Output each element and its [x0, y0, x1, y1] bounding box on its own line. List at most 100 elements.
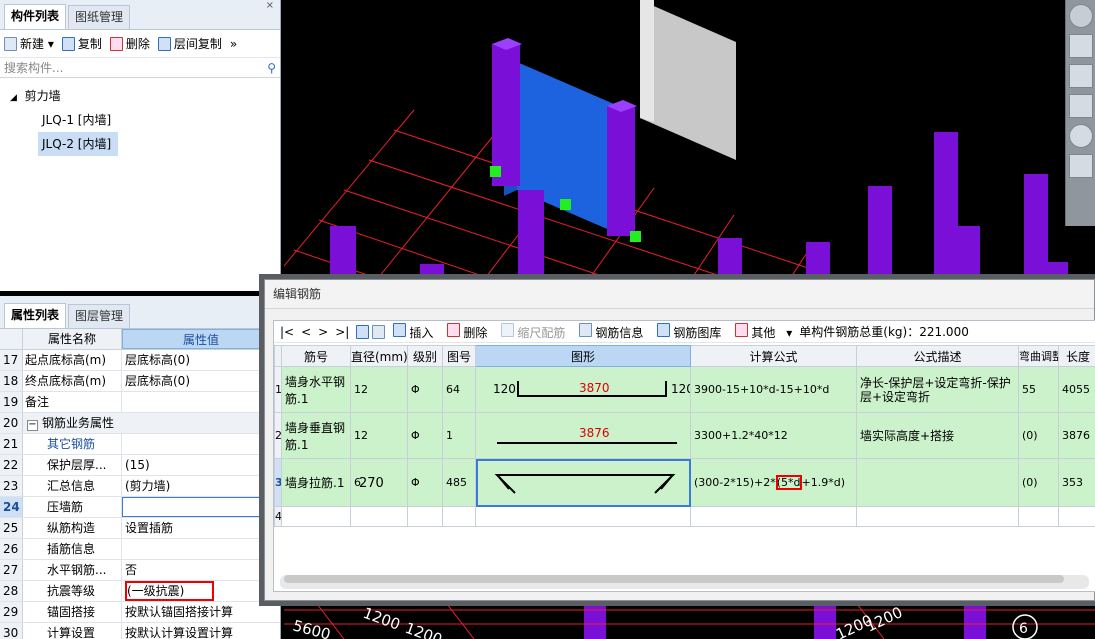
column-formula-desc: 公式描述 — [856, 345, 1019, 367]
property-row[interactable]: 30 计算设置 按默认计算设置计算 — [0, 623, 280, 639]
component-tree: ◢ 剪力墙 JLQ-1 [内墙] JLQ-2 [内墙] — [0, 78, 280, 156]
total-weight-label: 单构件钢筋总重(kg)：221.000 — [799, 325, 969, 339]
grid-settings-icon[interactable] — [1069, 154, 1093, 178]
rebar-table-header: 筋号 直径(mm) 级别 图号 图形 计算公式 公式描述 弯曲调整 长度 — [274, 345, 1095, 367]
view-toolbar — [1065, 0, 1095, 226]
property-panel: 属性列表 图层管理 属性名称 属性值 17 起点底标高(m) 层底标高(0) 18 终… — [0, 296, 281, 639]
search-input[interactable]: 搜索构件... — [4, 59, 63, 76]
library-icon — [657, 322, 671, 337]
delete-icon — [109, 36, 123, 51]
property-row[interactable]: 27 水平钢筋... 否 — [0, 560, 280, 581]
column-property-name: 属性名称 — [23, 329, 122, 349]
tab-layer-management[interactable]: 图层管理 — [68, 304, 131, 328]
hook-shape — [494, 474, 676, 494]
property-row[interactable]: 19 备注 — [0, 392, 280, 413]
tab-component-list[interactable]: 构件列表 — [4, 4, 67, 29]
other-icon — [735, 322, 749, 337]
property-rows: 17 起点底标高(m) 层底标高(0) 18 终点底标高(m) 层底标高(0) 19 备注… — [0, 350, 280, 639]
property-row[interactable]: 23 汇总信息 (剪力墙) — [0, 476, 280, 497]
property-group-row[interactable]: 20− 钢筋业务属性 — [0, 413, 280, 434]
copy-button[interactable]: 复制 — [61, 35, 102, 52]
info-icon — [579, 322, 593, 337]
close-icon[interactable]: × — [266, 0, 274, 11]
horizontal-scrollbar[interactable] — [280, 575, 1089, 589]
copy-icon — [61, 36, 75, 51]
property-row[interactable]: 29 锚固搭接 按默认锚固搭接计算 — [0, 602, 280, 623]
insert-button[interactable]: 插入 — [393, 322, 440, 341]
prev-record-button[interactable]: < — [301, 325, 311, 339]
wall-pressure-bar-input[interactable] — [122, 497, 280, 517]
column-shape: 图形 — [475, 345, 691, 367]
scale-rebar-button[interactable]: 缩尺配筋 — [501, 322, 572, 341]
new-button[interactable]: 新建 ▾ — [4, 35, 54, 52]
tree-item-selected[interactable]: JLQ-2 [内墙] — [38, 132, 118, 156]
column-diameter: 直径(mm) — [350, 345, 408, 367]
rebar-table: 筋号 直径(mm) 级别 图号 图形 计算公式 公式描述 弯曲调整 长度 1 墙… — [274, 345, 1095, 527]
edit-rebar-dialog: 编辑钢筋 |< < > >| 插入 删除 缩尺配筋 钢筋信息 钢筋图库 其他 ▾… — [259, 274, 1095, 606]
component-panel-tabs: 构件列表 图纸管理 × — [0, 0, 280, 30]
delete-rebar-button[interactable]: 删除 — [447, 322, 494, 341]
first-record-button[interactable]: |< — [280, 325, 294, 339]
table-row[interactable]: 1 墙身水平钢筋.1 12 Φ 64 120 3870 120 3900-15+… — [274, 366, 1095, 413]
tree-node-shear-wall[interactable]: ◢ 剪力墙 — [0, 84, 280, 108]
property-row-active[interactable]: 24 压墙筋 — [0, 497, 280, 518]
new-icon — [4, 36, 17, 51]
column-bar-no: 筋号 — [281, 345, 351, 367]
property-row[interactable]: 28 抗震等级 (一级抗震) — [0, 581, 280, 602]
scale-icon — [501, 322, 515, 337]
move-up-icon[interactable] — [356, 324, 370, 339]
property-row[interactable]: 17 起点底标高(m) 层底标高(0) — [0, 350, 280, 371]
cube-solid-icon[interactable] — [1069, 94, 1093, 118]
property-row[interactable]: 25 纵筋构造 设置插筋 — [0, 518, 280, 539]
dialog-title: 编辑钢筋 — [265, 280, 1094, 309]
move-down-icon[interactable] — [372, 324, 386, 339]
seismic-grade-value[interactable]: (一级抗震) — [125, 581, 215, 601]
column-bend-adjust: 弯曲调整 — [1018, 345, 1059, 367]
property-panel-tabs: 属性列表 图层管理 — [0, 296, 280, 329]
axis-number: 6 — [1019, 621, 1028, 637]
rotate-icon[interactable] — [1069, 124, 1093, 148]
property-table-header: 属性名称 属性值 — [0, 329, 280, 350]
shape-cell[interactable]: 120 3870 120 — [475, 366, 691, 413]
floor-copy-button[interactable]: 层间复制 — [157, 35, 222, 52]
property-row[interactable]: 18 终点底标高(m) 层底标高(0) — [0, 371, 280, 392]
table-row[interactable]: 2 墙身垂直钢筋.1 12 Φ 1 3876 3300+1.2*40*12 墙实… — [274, 412, 1095, 459]
search-icon[interactable]: ⚲ — [267, 61, 276, 75]
shape-cell[interactable]: 3876 — [475, 412, 691, 459]
insert-icon — [393, 322, 407, 337]
rebar-library-button[interactable]: 钢筋图库 — [657, 322, 728, 341]
property-row[interactable]: 26 插筋信息 — [0, 539, 280, 560]
next-record-button[interactable]: > — [318, 325, 328, 339]
table-row-selected[interactable]: 3 墙身拉筋.1 6 Φ 485 270 (300-2*15)+2*(5*d+1… — [274, 458, 1095, 507]
component-list-panel: 构件列表 图纸管理 × 新建 ▾ 复制 删除 层间复制 » 搜索构件... ⚲ … — [0, 0, 281, 291]
last-record-button[interactable]: >| — [335, 325, 349, 339]
globe-icon[interactable] — [1069, 4, 1093, 28]
tab-drawing-management[interactable]: 图纸管理 — [68, 5, 131, 29]
component-toolbar: 新建 ▾ 复制 删除 层间复制 » — [0, 30, 280, 58]
tab-property-list[interactable]: 属性列表 — [4, 303, 67, 328]
column-formula: 计算公式 — [690, 345, 857, 367]
view-box-icon[interactable] — [1069, 34, 1093, 58]
collapse-icon[interactable]: − — [27, 420, 38, 431]
highlighted-formula-part: (5*d — [775, 475, 802, 490]
component-search[interactable]: 搜索构件... ⚲ — [0, 58, 280, 78]
column-property-value: 属性值 — [122, 329, 280, 349]
column-figure-no: 图号 — [442, 345, 476, 367]
expand-icon[interactable]: ◢ — [10, 93, 17, 103]
shape-cell-selected[interactable]: 270 — [359, 458, 691, 507]
delete-button[interactable]: 删除 — [109, 35, 150, 52]
floor-copy-icon — [157, 36, 171, 51]
cube-view-icon[interactable] — [1069, 64, 1093, 88]
tree-item[interactable]: JLQ-1 [内墙] — [0, 108, 160, 132]
property-row[interactable]: 22 保护层厚... (15) — [0, 455, 280, 476]
property-row[interactable]: 21 其它钢筋 — [0, 434, 280, 455]
more-button[interactable]: » — [230, 37, 237, 51]
delete-icon — [447, 322, 461, 337]
rebar-info-button[interactable]: 钢筋信息 — [579, 322, 650, 341]
table-row-empty[interactable]: 4 — [274, 506, 1095, 527]
formula-cell[interactable]: (300-2*15)+2*(5*d+1.9*d) — [690, 458, 857, 507]
column-length: 长度 — [1058, 345, 1095, 367]
rebar-toolbar: |< < > >| 插入 删除 缩尺配筋 钢筋信息 钢筋图库 其他 ▾ 单构件钢… — [274, 321, 1095, 343]
other-menu-button[interactable]: 其他 ▾ — [735, 322, 792, 341]
column-grade: 级别 — [407, 345, 443, 367]
